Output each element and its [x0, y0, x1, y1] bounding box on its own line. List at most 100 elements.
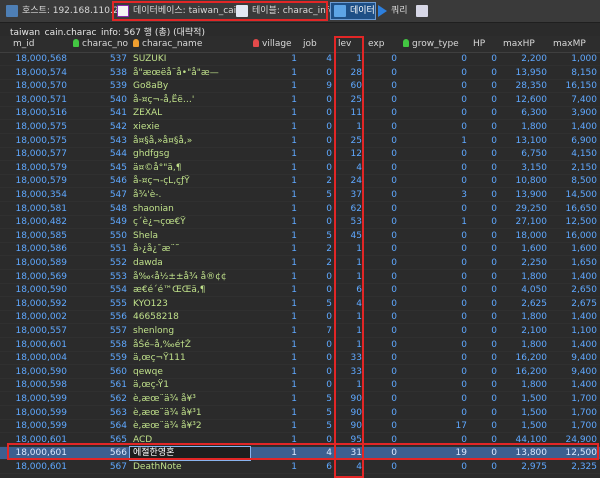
cell-maxHP[interactable]: 27,100 — [500, 216, 550, 229]
cell-job[interactable]: 0 — [300, 216, 335, 229]
cell-HP[interactable]: 0 — [470, 284, 500, 297]
cell-HP[interactable]: 0 — [470, 148, 500, 161]
cell-job[interactable]: 0 — [300, 121, 335, 134]
cell-village[interactable]: 1 — [250, 175, 300, 188]
cell-charac_name[interactable]: xiexie — [130, 121, 250, 134]
cell-village[interactable]: 1 — [250, 162, 300, 175]
table-row[interactable]: 18,000,571 540 å-¤ç¬-å,Ëë…' 1 0 25 0 0 0 12,600 7,… — [0, 94, 600, 107]
table-row[interactable]: 18,000,575 542 xiexie 1 0 1 0 0 0 1,800 1,400 — [0, 121, 600, 134]
cell-HP[interactable]: 0 — [470, 175, 500, 188]
cell-exp[interactable]: 0 — [365, 189, 400, 202]
cell-lev[interactable]: 1 — [335, 53, 365, 66]
table-row[interactable]: 18,000,601 558 åŠé–å‚‰é†Ž 1 0 1 0 0 0 1,800 1,400 — [0, 339, 600, 352]
column-header-charac_name[interactable]: charac_name — [130, 36, 250, 52]
cell-grow_type[interactable]: 17 — [400, 420, 470, 433]
cell-lev[interactable]: 1 — [335, 243, 365, 256]
cell-village[interactable]: 1 — [250, 189, 300, 202]
cell-maxHP[interactable]: 1,500 — [500, 407, 550, 420]
cell-maxMP[interactable]: 1,400 — [550, 339, 600, 352]
cell-maxMP[interactable]: 9,400 — [550, 352, 600, 365]
cell-exp[interactable]: 0 — [365, 420, 400, 433]
cell-charac_no[interactable]: 559 — [70, 352, 130, 365]
cell-exp[interactable]: 0 — [365, 53, 400, 66]
cell-job[interactable]: 5 — [300, 298, 335, 311]
cell-charac_name[interactable]: è,æœ¨ä¾ å¥³ — [130, 393, 250, 406]
cell-charac_no[interactable]: 557 — [70, 325, 130, 338]
cell-village[interactable]: 1 — [250, 311, 300, 324]
cell-HP[interactable]: 0 — [470, 434, 500, 447]
cell-grow_type[interactable]: 0 — [400, 461, 470, 474]
cell-maxMP[interactable]: 2,325 — [550, 461, 600, 474]
cell-lev[interactable]: 11 — [335, 107, 365, 120]
cell-job[interactable]: 2 — [300, 175, 335, 188]
cell-lev[interactable]: 95 — [335, 434, 365, 447]
cell-grow_type[interactable]: 0 — [400, 298, 470, 311]
cell-maxHP[interactable]: 1,500 — [500, 420, 550, 433]
cell-charac_no[interactable]: 545 — [70, 162, 130, 175]
host-tab[interactable]: 호스트: 192.168.110.2 — [6, 3, 119, 19]
cell-charac_name[interactable]: 46658218 — [130, 311, 250, 324]
cell-exp[interactable]: 0 — [365, 366, 400, 379]
cell-HP[interactable]: 0 — [470, 420, 500, 433]
cell-grow_type[interactable]: 0 — [400, 407, 470, 420]
cell-lev[interactable]: 37 — [335, 189, 365, 202]
cell-exp[interactable]: 0 — [365, 284, 400, 297]
cell-charac_name[interactable]: shaonian — [130, 203, 250, 216]
cell-exp[interactable]: 0 — [365, 257, 400, 270]
cell-charac_name[interactable]: è,æœ¨ä¾ å¥³1 — [130, 407, 250, 420]
cell-maxMP[interactable]: 14,500 — [550, 189, 600, 202]
cell-HP[interactable]: 0 — [470, 325, 500, 338]
cell-HP[interactable]: 0 — [470, 339, 500, 352]
cell-m_id[interactable]: 18,000,598 — [10, 379, 70, 392]
cell-village[interactable]: 1 — [250, 447, 300, 460]
cell-charac_no[interactable]: 541 — [70, 107, 130, 120]
cell-m_id[interactable]: 18,000,601 — [10, 339, 70, 352]
cell-charac_no[interactable]: 543 — [70, 135, 130, 148]
cell-job[interactable]: 2 — [300, 257, 335, 270]
cell-charac_name[interactable]: è,æœ¨ä¾ å¥³2 — [130, 420, 250, 433]
cell-maxHP[interactable]: 1,800 — [500, 339, 550, 352]
table-row[interactable]: 18,000,482 549 ç´è¿¬çœ€Ÿ 1 0 53 0 1 0 27,100 12,50… — [0, 216, 600, 230]
cell-lev[interactable]: 90 — [335, 420, 365, 433]
cell-charac_name[interactable]: qewqe — [130, 366, 250, 379]
cell-village[interactable]: 1 — [250, 271, 300, 284]
cell-exp[interactable]: 0 — [365, 352, 400, 365]
column-header-maxMP[interactable]: maxMP — [550, 36, 600, 52]
cell-maxMP[interactable]: 4,150 — [550, 148, 600, 161]
cell-m_id[interactable]: 18,000,601 — [10, 461, 70, 474]
cell-exp[interactable]: 0 — [365, 379, 400, 392]
cell-job[interactable]: 9 — [300, 80, 335, 93]
cell-m_id[interactable]: 18,000,568 — [10, 53, 70, 66]
cell-charac_no[interactable]: 538 — [70, 67, 130, 80]
cell-maxMP[interactable]: 1,700 — [550, 420, 600, 433]
cell-maxMP[interactable]: 1,400 — [550, 271, 600, 284]
column-header-grow_type[interactable]: grow_type — [400, 36, 470, 52]
cell-HP[interactable]: 0 — [470, 53, 500, 66]
cell-maxHP[interactable]: 1,800 — [500, 311, 550, 324]
cell-job[interactable]: 0 — [300, 311, 335, 324]
cell-job[interactable]: 5 — [300, 420, 335, 433]
cell-maxMP[interactable]: 2,675 — [550, 298, 600, 311]
cell-charac_name[interactable]: å-¤ç¬-å,Ëë…' — [130, 94, 250, 107]
cell-exp[interactable]: 0 — [365, 121, 400, 134]
cell-charac_name[interactable]: KYO123 — [130, 298, 250, 311]
cell-maxHP[interactable]: 6,750 — [500, 148, 550, 161]
cell-HP[interactable]: 0 — [470, 162, 500, 175]
cell-maxMP[interactable]: 1,000 — [550, 53, 600, 66]
cell-exp[interactable]: 0 — [365, 135, 400, 148]
table-row[interactable]: 18,000,585 550 Shela 1 5 45 0 0 0 18,000 16,000 — [0, 230, 600, 243]
cell-job[interactable]: 0 — [300, 352, 335, 365]
cell-lev[interactable]: 62 — [335, 203, 365, 216]
cell-village[interactable]: 1 — [250, 135, 300, 148]
cell-maxMP[interactable]: 1,650 — [550, 257, 600, 270]
database-tab[interactable]: 데이터베이스: taiwan_cain — [117, 3, 242, 19]
cell-lev[interactable]: 24 — [335, 175, 365, 188]
cell-m_id[interactable]: 18,000,599 — [10, 393, 70, 406]
cell-charac_no[interactable]: 553 — [70, 271, 130, 284]
table-row[interactable]: 18,000,570 539 Go8aBy 1 9 60 0 0 0 28,350 16,150 — [0, 80, 600, 94]
table-tab[interactable]: 테이블: charac_info — [236, 3, 334, 19]
cell-village[interactable]: 1 — [250, 257, 300, 270]
cell-maxHP[interactable]: 10,800 — [500, 175, 550, 188]
cell-charac_no[interactable]: 540 — [70, 94, 130, 107]
cell-charac_no[interactable]: 556 — [70, 311, 130, 324]
